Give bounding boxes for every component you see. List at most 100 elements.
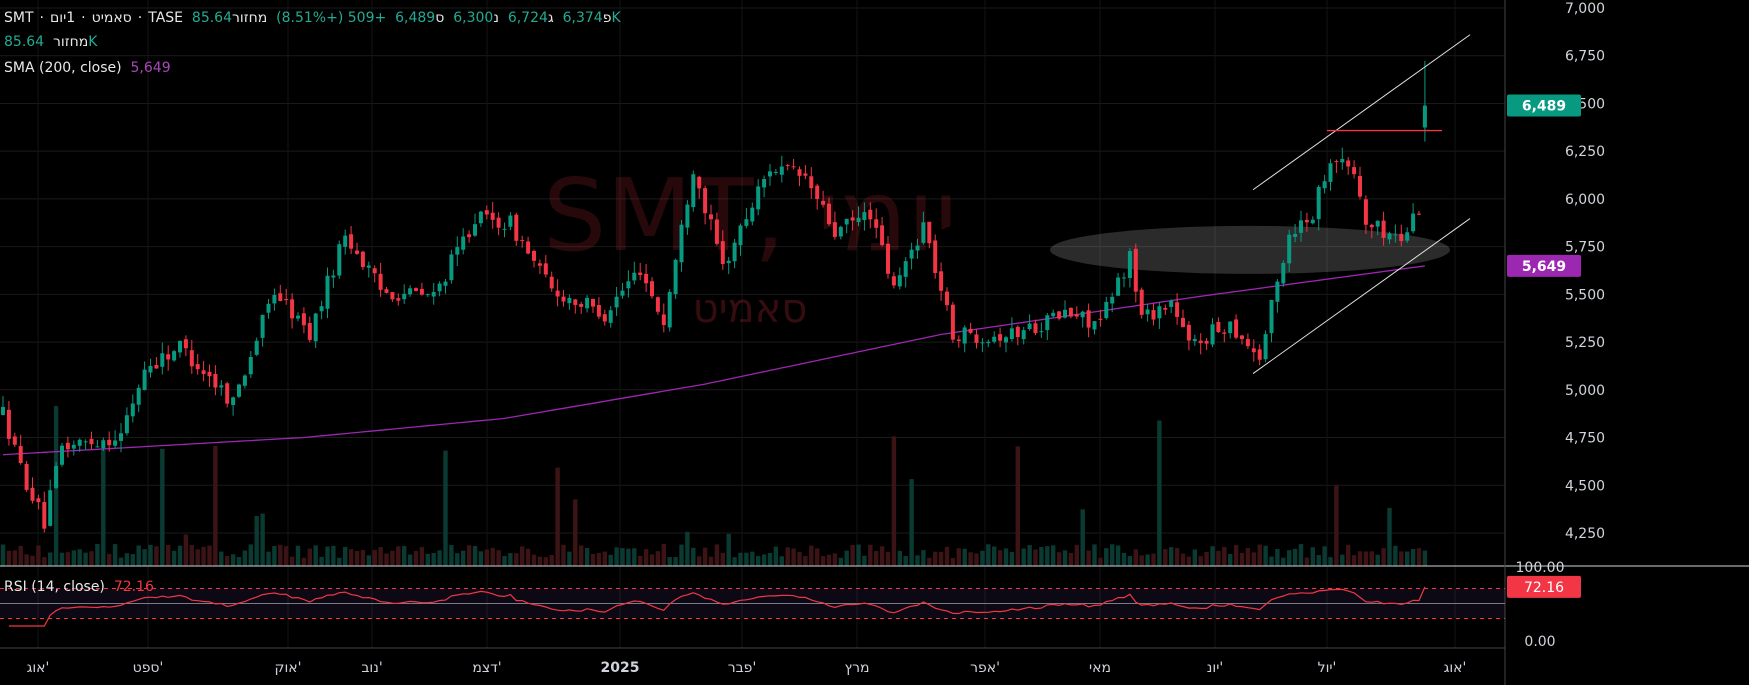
candle [213,365,218,396]
volume-bar [543,557,548,566]
candle-body [1198,340,1203,344]
candle [142,361,147,391]
candle [891,272,896,289]
candle-body [384,289,389,293]
price-chart[interactable]: SMT, יומיסאמיט7,0006,7506,5006,2506,0005… [0,0,1749,685]
volume-bar [809,545,814,566]
price-tick: 6,750 [1565,49,1605,65]
candle-body [136,387,141,405]
volume-legend[interactable]: מחזור 85.64K [4,34,97,50]
candle-body [484,210,489,215]
sma-legend[interactable]: SMA (200, close) 5,649 [4,60,171,76]
volume-bar [1228,554,1233,566]
candle-body [1240,335,1244,340]
candle [419,282,424,296]
candle-body [331,275,336,278]
candle-body [1104,301,1109,319]
volume-bar [189,544,194,566]
candle-body [950,304,955,340]
candle-body [1216,321,1221,333]
candle-body [1192,338,1197,342]
volume-bar [419,547,425,566]
candle [1204,338,1209,351]
volume-bar [643,549,649,566]
volume-bar [496,550,501,566]
candle [95,440,100,448]
candle [508,212,513,231]
candle-body [1287,234,1292,264]
volume-bar [219,551,224,566]
volume-bar [384,553,389,566]
volume-bar [756,556,761,566]
volume-bar [1121,552,1127,566]
volume-bar [1157,420,1162,566]
volume-bar [856,544,861,566]
volume-bar [561,544,566,566]
candle-body [732,242,737,262]
candle [166,345,171,371]
candle-body [372,268,377,274]
volume-bar [1110,544,1115,566]
volume-bar [897,550,902,566]
candle-body [880,225,885,246]
candle-body [1068,307,1073,317]
volume-bar [933,551,938,566]
rsi-legend[interactable]: RSI (14, close) 72.16 [4,579,154,595]
candle [1139,287,1144,319]
candle [1116,273,1121,296]
volume-bar [1068,552,1074,566]
candle [372,265,377,283]
volume-bar [915,555,920,566]
candle [478,210,483,227]
candle-body [791,166,796,168]
candle [1228,321,1233,339]
candle-body [443,281,448,286]
candle-body [797,169,802,176]
volume-bar [1251,552,1256,566]
candle-body [71,444,76,449]
candle [1181,309,1185,328]
candle-body [301,313,306,326]
volume-bar [154,546,159,566]
candle-body [1110,296,1115,304]
volume-bar [874,551,879,566]
volume-bar [124,553,130,566]
candle-body [1263,334,1268,360]
volume-bar [1363,551,1369,566]
candle [325,267,330,319]
volume-bar [1127,556,1133,566]
candle-body [756,186,761,210]
volume-bar [461,550,466,566]
candle-body [1163,307,1168,310]
volume-bar [284,546,289,566]
candle-body [467,234,472,238]
candle [1316,184,1321,231]
candle [272,288,277,311]
candle [48,479,53,527]
candle-body [1316,186,1321,220]
symbol[interactable]: SMT [4,10,34,26]
volume-bar [1387,507,1392,566]
candle-body [496,217,501,228]
volume-bar [266,551,271,566]
symbol-legend: SMT · סאמיט·1יום · TASE פ6,374 ג6,724 נ6,300… [4,10,621,26]
volume-bar [797,552,802,566]
candle-body [1145,309,1150,315]
volume-bar [425,553,430,566]
candle [337,240,342,279]
volume-bar [24,554,29,566]
time-tick: מאי [1089,660,1111,676]
candle [608,306,613,328]
candle [1263,330,1268,363]
candle [83,439,88,450]
candle-body [107,439,112,446]
time-tick: אוג' [1444,660,1467,676]
candle-body [1027,323,1032,330]
change-value: +509 (+8.51%) [276,10,387,26]
volume-bar [378,547,383,566]
candle [313,312,318,349]
candle-body [974,334,979,343]
volume-bar [89,551,94,566]
interval[interactable]: 1יום [50,10,75,26]
candle [1086,303,1091,338]
